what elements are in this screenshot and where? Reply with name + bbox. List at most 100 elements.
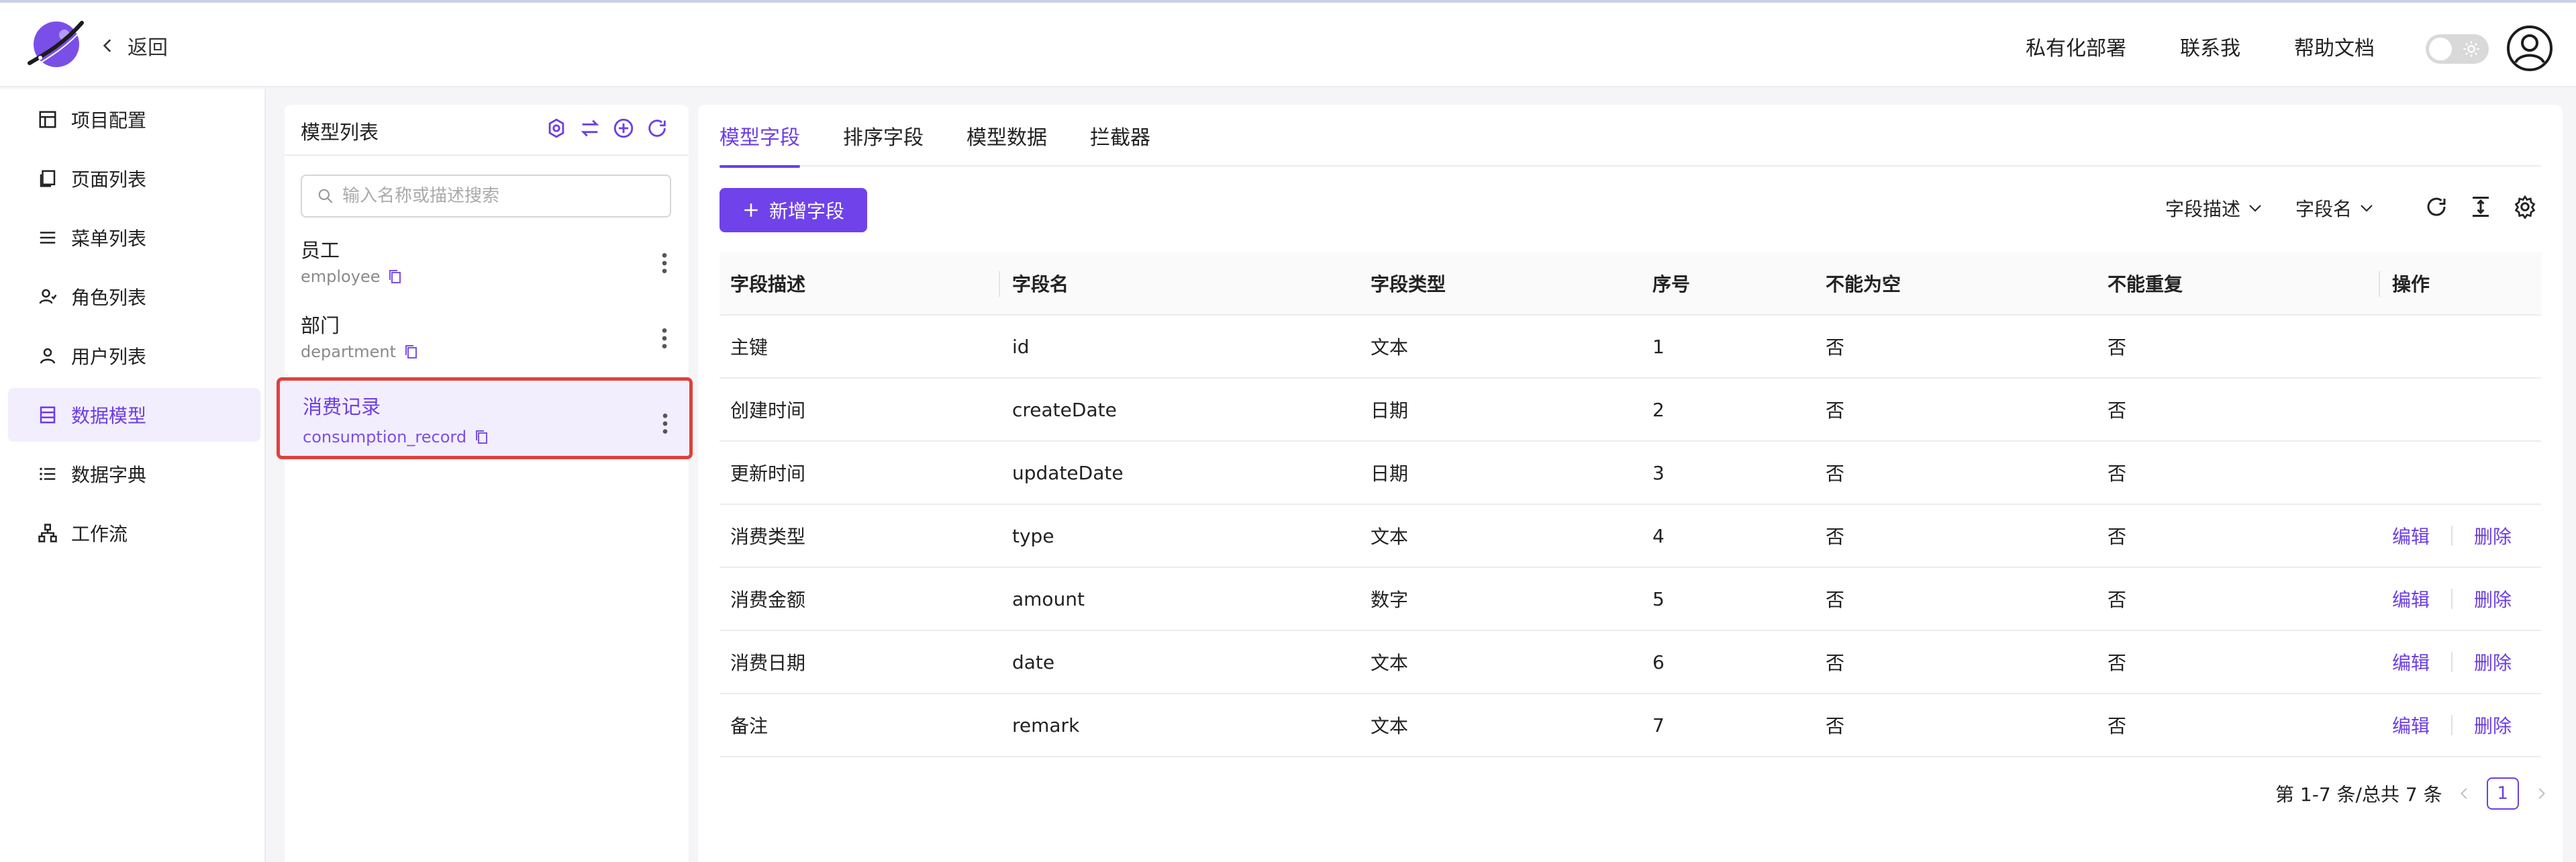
sidebar-item-menu-list[interactable]: 菜单列表 [8, 211, 260, 265]
model-code: consumption_record [303, 428, 489, 446]
delete-link[interactable]: 删除 [2474, 522, 2512, 549]
nav-contact[interactable]: 联系我 [2180, 32, 2240, 61]
more-vertical-icon[interactable] [660, 410, 671, 437]
cell-seq: 5 [1652, 587, 1665, 610]
cell-unique: 否 [2108, 463, 2127, 485]
ai-model-icon[interactable] [545, 117, 568, 140]
copy-icon[interactable] [387, 269, 403, 285]
model-item-consumption-record[interactable]: 消费记录 consumption_record [277, 377, 693, 459]
sidebar-item-label: 数据模型 [71, 405, 147, 427]
table-body: 主键 id 文本 1 否否创建时间 createDate 日期 2 否否更新时间 updateDa… [720, 316, 2541, 757]
filter-field-desc-dropdown[interactable]: 字段描述 [2165, 195, 2263, 222]
cell-name: amount [1012, 587, 1085, 610]
row-actions: 编辑 删除 [2392, 505, 2512, 567]
model-name: 员工 [301, 239, 340, 262]
more-vertical-icon[interactable] [659, 250, 670, 277]
logo-icon[interactable] [26, 16, 85, 75]
edit-link[interactable]: 编辑 [2392, 712, 2430, 738]
model-code-text: employee [301, 267, 381, 286]
sidebar-item-project-config[interactable]: 项目配置 [8, 93, 260, 146]
menu-icon [40, 232, 56, 244]
theme-toggle[interactable] [2426, 34, 2489, 64]
chevron-left-icon[interactable] [2457, 786, 2472, 801]
cell-name: createDate [1012, 398, 1117, 421]
table-row: 消费类型 type 文本 4 否 否 编辑 删除 [720, 505, 2541, 568]
copy-icon[interactable] [403, 344, 419, 360]
nav-private-deploy[interactable]: 私有化部署 [2026, 32, 2126, 61]
gear-icon[interactable] [2513, 195, 2537, 219]
chevron-right-icon[interactable] [2534, 786, 2548, 801]
column-header: 序号 [1652, 273, 1691, 295]
model-search[interactable] [301, 175, 671, 218]
cell-unique: 否 [2108, 526, 2127, 548]
user-avatar-icon[interactable] [2506, 25, 2553, 72]
chevron-down-icon [2361, 205, 2373, 212]
toggle-knob [2429, 38, 2452, 60]
column-header: 字段描述 [730, 273, 806, 295]
model-item-employee[interactable]: 员工 employee [290, 227, 683, 297]
table-row: 主键 id 文本 1 否 否 [720, 316, 2541, 379]
filter-field-name-dropdown[interactable]: 字段名 [2295, 195, 2375, 222]
cell-desc: 主键 [730, 336, 769, 358]
plus-icon [744, 203, 758, 217]
row-actions: 编辑 删除 [2392, 568, 2512, 630]
cell-seq: 2 [1652, 398, 1665, 421]
chevron-down-icon [2249, 205, 2261, 212]
model-name: 部门 [301, 314, 340, 337]
sidebar-item-role-list[interactable]: 角色列表 [8, 270, 260, 324]
cell-not-null: 否 [1826, 463, 1845, 485]
cell-not-null: 否 [1826, 526, 1845, 548]
column-height-icon[interactable] [2469, 195, 2493, 219]
sidebar-item-data-dictionary[interactable]: 数据字典 [8, 447, 260, 501]
delete-link[interactable]: 删除 [2474, 649, 2512, 675]
model-search-input[interactable] [342, 186, 664, 206]
sidebar-item-user-list[interactable]: 用户列表 [8, 329, 260, 383]
cell-type: 文本 [1371, 336, 1409, 358]
swap-icon[interactable] [579, 117, 601, 140]
cell-not-null: 否 [1826, 399, 1845, 422]
filter-label: 字段描述 [2165, 198, 2241, 220]
pagination-summary: 第 1-7 条/总共 7 条 [2275, 783, 2442, 806]
add-field-button[interactable]: 新增字段 [720, 188, 867, 232]
edit-link[interactable]: 编辑 [2392, 649, 2430, 675]
cell-not-null: 否 [1826, 652, 1845, 674]
delete-link[interactable]: 删除 [2474, 712, 2512, 738]
user-icon [40, 348, 56, 364]
more-vertical-icon[interactable] [659, 325, 670, 352]
sidebar-item-workflow[interactable]: 工作流 [8, 506, 260, 560]
copy-icon[interactable] [473, 429, 489, 445]
model-code: employee [301, 267, 403, 286]
tab-interceptors[interactable]: 拦截器 [1090, 105, 1150, 166]
back-button[interactable]: 返回 [99, 30, 168, 62]
cell-type: 文本 [1371, 715, 1409, 737]
sidebar-item-page-list[interactable]: 页面列表 [8, 152, 260, 205]
tab-model-fields[interactable]: 模型字段 [720, 105, 800, 168]
table-tools [2424, 195, 2537, 219]
cell-unique: 否 [2108, 652, 2127, 674]
list-icon [40, 467, 56, 481]
add-circle-icon[interactable] [612, 117, 635, 140]
refresh-icon[interactable] [646, 117, 668, 140]
sidebar-item-data-model[interactable]: 数据模型 [8, 388, 260, 442]
add-field-label: 新增字段 [769, 200, 844, 222]
delete-link[interactable]: 删除 [2474, 585, 2512, 612]
nav-help-docs[interactable]: 帮助文档 [2294, 32, 2375, 61]
workflow-icon [38, 524, 57, 542]
edit-link[interactable]: 编辑 [2392, 522, 2430, 549]
search-icon [318, 189, 333, 203]
page-number[interactable]: 1 [2486, 777, 2519, 810]
model-item-department[interactable]: 部门 department [290, 302, 683, 372]
model-name: 消费记录 [303, 395, 381, 418]
layout-icon [39, 111, 56, 128]
model-list-header: 模型列表 [285, 105, 689, 156]
cell-unique: 否 [2108, 399, 2127, 422]
refresh-icon[interactable] [2424, 195, 2448, 219]
cell-type: 数字 [1371, 589, 1409, 611]
edit-link[interactable]: 编辑 [2392, 585, 2430, 612]
cell-desc: 备注 [730, 715, 769, 737]
cell-not-null: 否 [1826, 715, 1845, 737]
tab-model-data[interactable]: 模型数据 [967, 105, 1047, 166]
tab-sort-fields[interactable]: 排序字段 [843, 105, 924, 166]
cell-not-null: 否 [1826, 336, 1845, 358]
cell-desc: 消费金额 [730, 589, 806, 611]
